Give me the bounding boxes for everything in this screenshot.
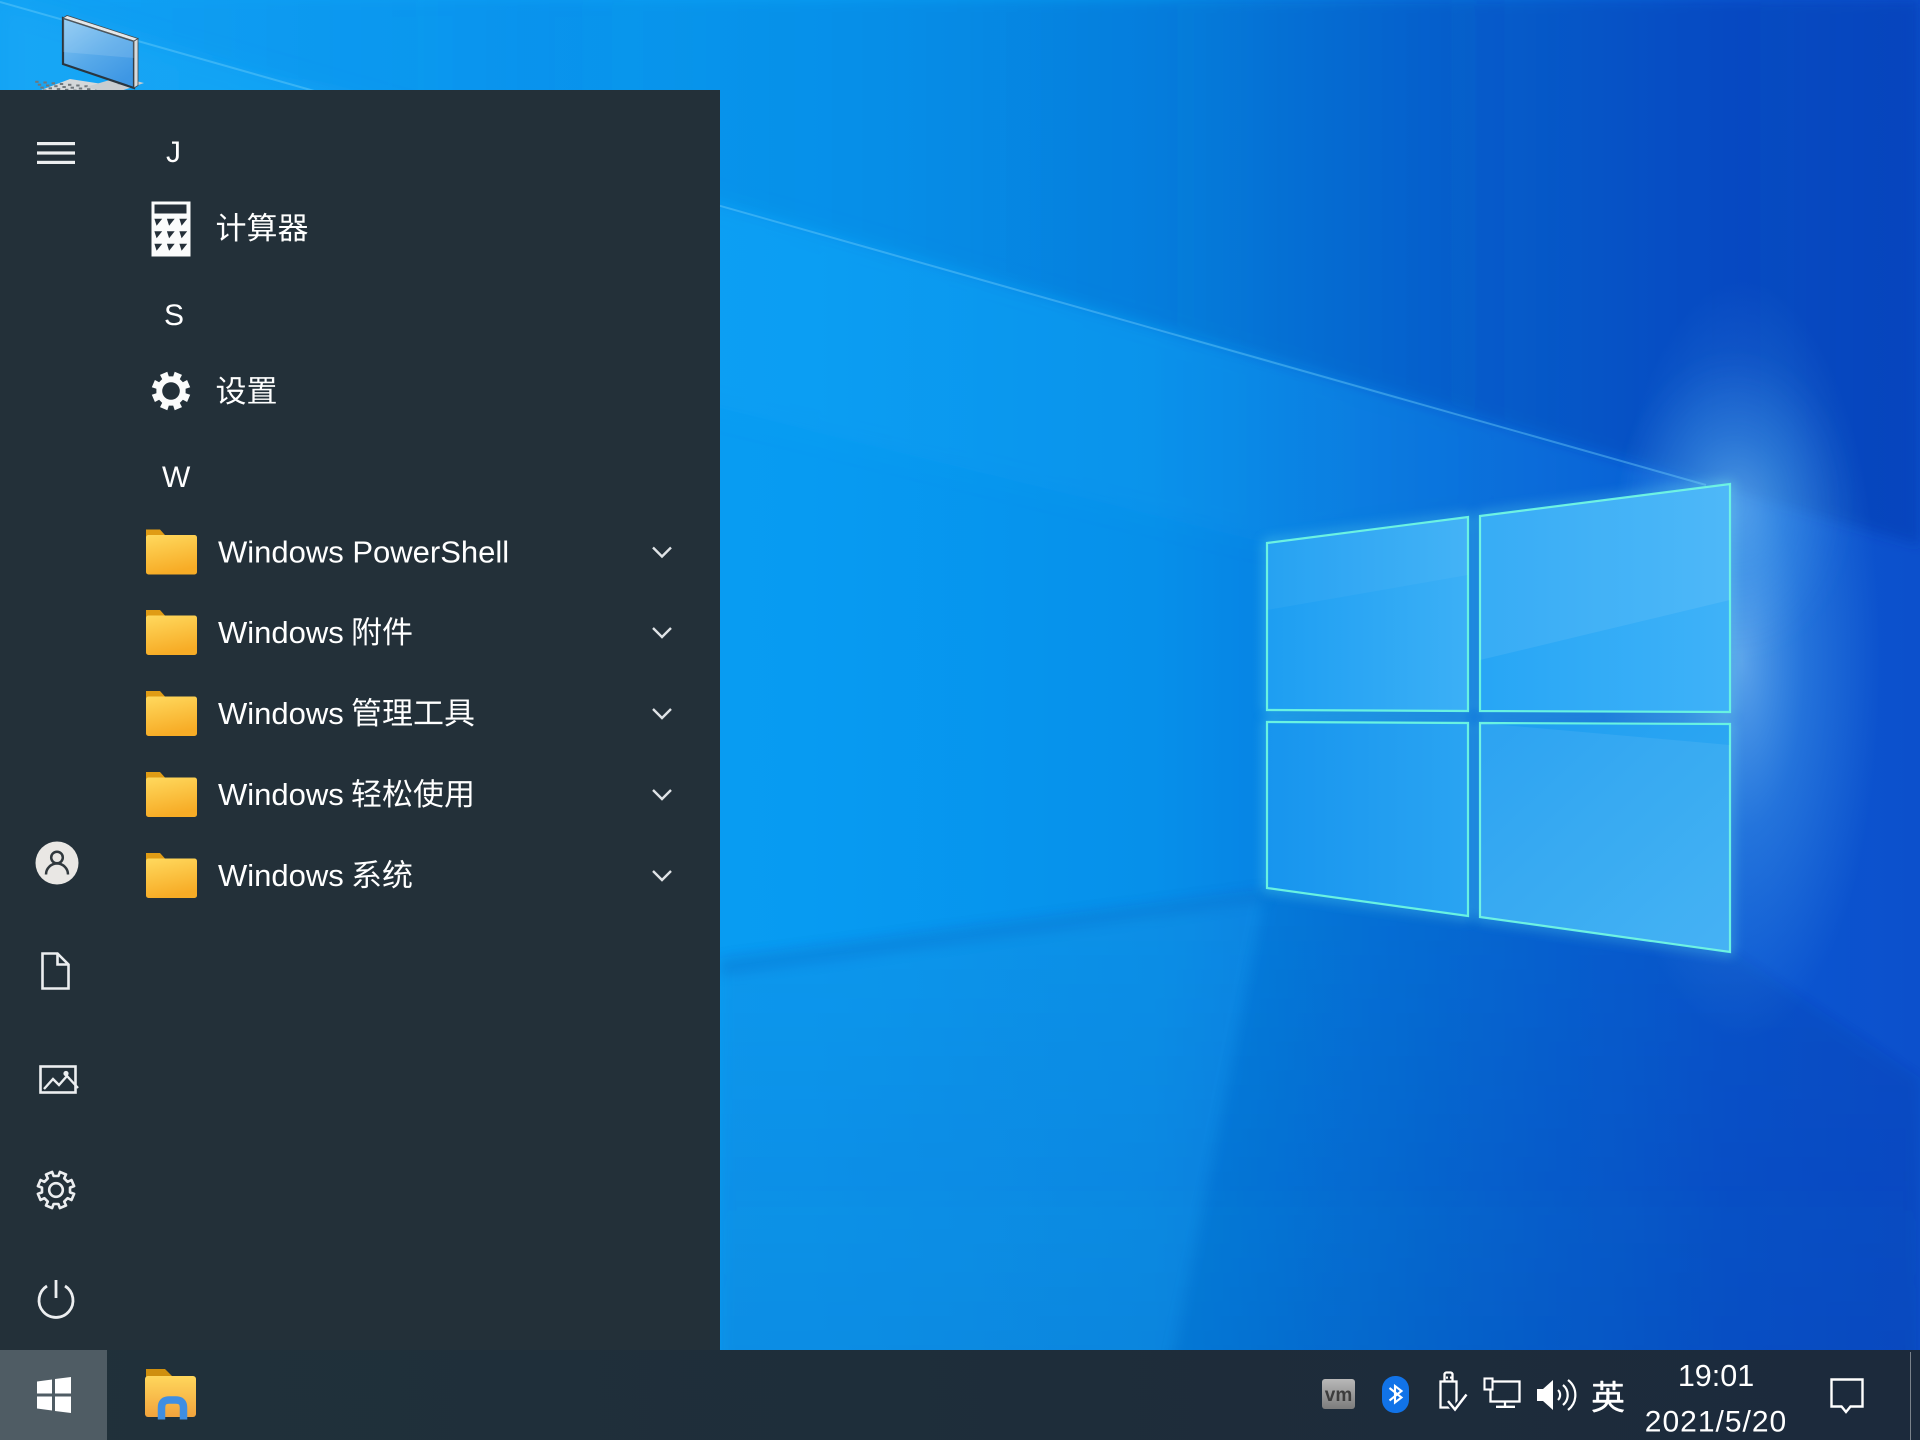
svg-text:vm: vm [1325, 1385, 1352, 1406]
svg-text:2021/5/20: 2021/5/20 [1645, 1406, 1787, 1439]
svg-text:Windows: Windows [218, 696, 344, 731]
svg-text:Windows PowerShell: Windows PowerShell [218, 535, 509, 570]
svg-text:J: J [166, 136, 181, 169]
svg-text:W: W [162, 461, 191, 494]
svg-text:Windows: Windows [218, 777, 344, 812]
svg-text:Windows: Windows [218, 615, 344, 650]
svg-text:S: S [164, 299, 184, 332]
svg-text:Windows: Windows [218, 858, 344, 893]
svg-text:19:01: 19:01 [1678, 1359, 1754, 1393]
